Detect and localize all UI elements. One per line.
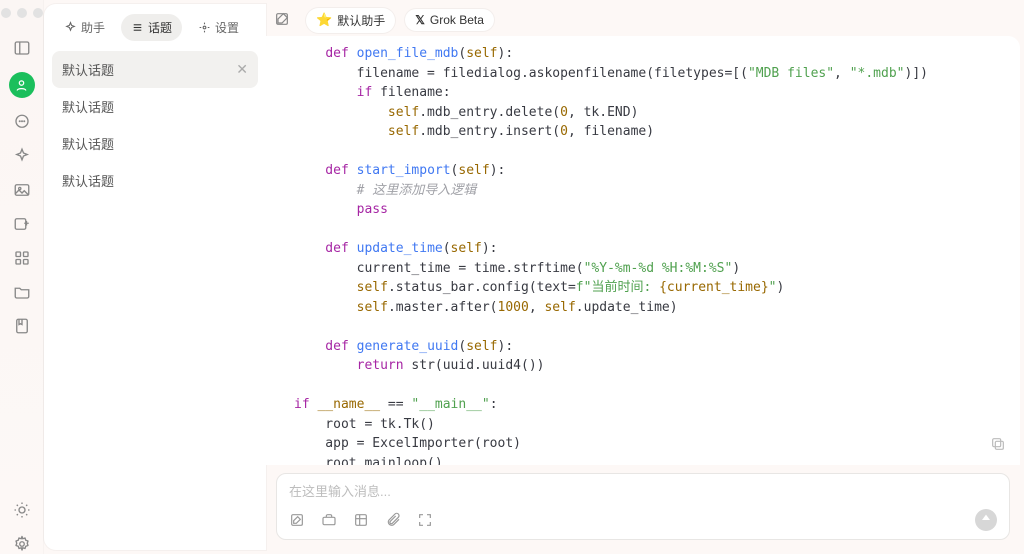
grid-icon[interactable] bbox=[353, 512, 369, 528]
message-input[interactable] bbox=[289, 484, 997, 499]
image-add-icon[interactable] bbox=[12, 214, 32, 234]
send-button[interactable] bbox=[975, 509, 997, 531]
composer bbox=[276, 473, 1010, 540]
gear-icon[interactable] bbox=[12, 534, 32, 554]
image-icon[interactable] bbox=[12, 180, 32, 200]
close-icon[interactable]: ✕ bbox=[236, 61, 248, 78]
folder-icon[interactable] bbox=[12, 282, 32, 302]
topic-item[interactable]: 默认话题✕ bbox=[52, 88, 258, 125]
sun-icon[interactable] bbox=[12, 500, 32, 520]
attach-icon[interactable] bbox=[385, 512, 401, 528]
xai-icon: 𝕏 bbox=[415, 13, 425, 27]
window-controls[interactable] bbox=[1, 8, 43, 18]
chat-icon[interactable] bbox=[12, 112, 32, 132]
assistant-chip[interactable]: ⭐默认助手 bbox=[306, 8, 395, 33]
compose-icon[interactable] bbox=[274, 11, 290, 30]
topic-item[interactable]: 默认话题✕ bbox=[52, 125, 258, 162]
tab-assistant[interactable]: 助手 bbox=[54, 14, 115, 41]
expand-icon[interactable] bbox=[417, 512, 433, 528]
panel-toggle-icon[interactable] bbox=[12, 38, 32, 58]
topic-list: 默认话题✕ 默认话题✕ 默认话题✕ 默认话题✕ bbox=[44, 47, 266, 203]
bookmark-icon[interactable] bbox=[12, 316, 32, 336]
icon-rail bbox=[0, 0, 44, 554]
toolbox-icon[interactable] bbox=[321, 512, 337, 528]
tab-settings[interactable]: 设置 bbox=[188, 14, 249, 41]
edit-icon[interactable] bbox=[289, 512, 305, 528]
avatar[interactable] bbox=[9, 72, 35, 98]
topbar: ⭐默认助手 𝕏Grok Beta bbox=[266, 4, 1020, 36]
apps-icon[interactable] bbox=[12, 248, 32, 268]
topic-item[interactable]: 默认话题✕ bbox=[52, 51, 258, 88]
star-icon: ⭐ bbox=[316, 12, 332, 28]
tab-topics[interactable]: 话题 bbox=[121, 14, 182, 41]
sidebar: 助手 话题 设置 默认话题✕ 默认话题✕ 默认话题✕ 默认话题✕ bbox=[44, 4, 266, 550]
model-chip[interactable]: 𝕏Grok Beta bbox=[405, 9, 494, 31]
copy-icon[interactable] bbox=[990, 436, 1006, 455]
topic-item[interactable]: 默认话题✕ bbox=[52, 162, 258, 199]
code-block: def open_file_mdb(self): filename = file… bbox=[266, 36, 1020, 465]
sparkle-icon[interactable] bbox=[12, 146, 32, 166]
